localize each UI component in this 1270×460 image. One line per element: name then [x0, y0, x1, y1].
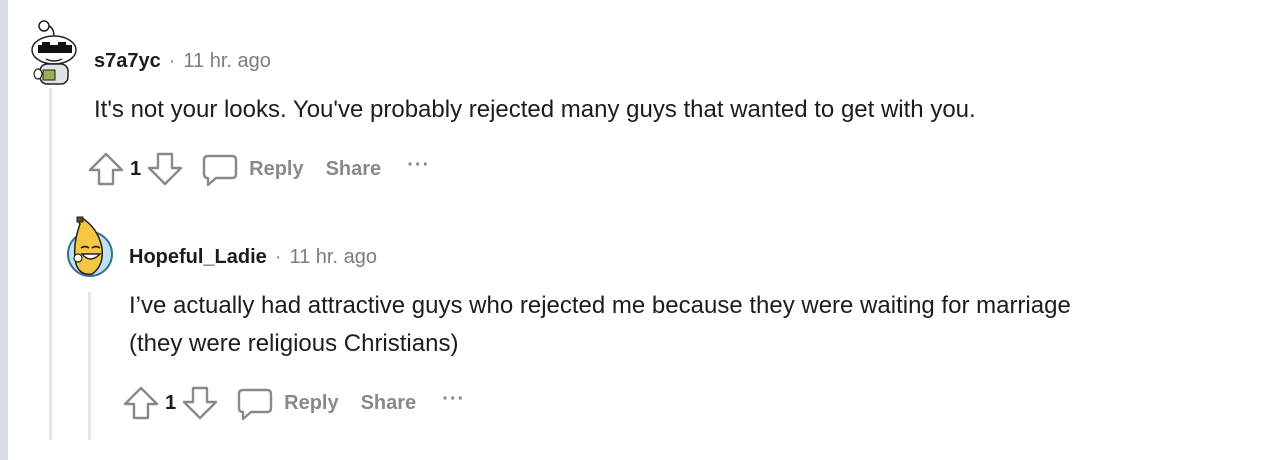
more-options-button[interactable]: ···: [407, 154, 430, 177]
meta-separator: ·: [168, 50, 176, 72]
snoo-sunglasses-avatar-icon: [31, 20, 77, 85]
downvote-icon[interactable]: [147, 150, 183, 188]
thread-left-bar: [0, 0, 8, 460]
share-button[interactable]: Share: [361, 392, 417, 415]
upvote-icon[interactable]: [88, 150, 124, 188]
vote-count: 1: [165, 391, 177, 414]
comment-actions: 1 Reply Share ···: [123, 383, 465, 423]
comment-meta: s7a7yc · 11 hr. ago: [94, 50, 271, 73]
author-name[interactable]: s7a7yc: [94, 50, 161, 73]
meta-separator: ·: [274, 246, 282, 268]
banana-avatar-icon: [67, 216, 113, 277]
timestamp[interactable]: 11 hr. ago: [183, 50, 270, 73]
upvote-icon[interactable]: [123, 384, 159, 422]
timestamp[interactable]: 11 hr. ago: [289, 246, 376, 269]
comment-meta: Hopeful_Ladie · 11 hr. ago: [129, 246, 377, 269]
reply-button[interactable]: Reply: [249, 158, 303, 181]
thread-line-level-1[interactable]: [49, 88, 52, 440]
user-avatar[interactable]: [64, 214, 116, 285]
more-options-button[interactable]: ···: [442, 388, 465, 411]
comment-body: It's not your looks. You've probably rej…: [94, 96, 976, 123]
comment-body-line: I’ve actually had attractive guys who re…: [129, 292, 1071, 319]
reply-button[interactable]: Reply: [284, 392, 338, 415]
thread-line-level-2[interactable]: [88, 292, 91, 440]
comment-actions: 1 Reply Share ···: [88, 149, 430, 189]
comment-body: I’ve actually had attractive guys who re…: [129, 287, 1071, 363]
share-button[interactable]: Share: [326, 158, 382, 181]
author-name[interactable]: Hopeful_Ladie: [129, 246, 267, 269]
user-avatar[interactable]: [24, 20, 82, 91]
vote-count: 1: [130, 157, 142, 180]
comment-bubble-icon[interactable]: [201, 150, 239, 188]
comment-bubble-icon[interactable]: [236, 384, 274, 422]
comment-body-line: (they were religious Christians): [129, 330, 459, 357]
downvote-icon[interactable]: [182, 384, 218, 422]
